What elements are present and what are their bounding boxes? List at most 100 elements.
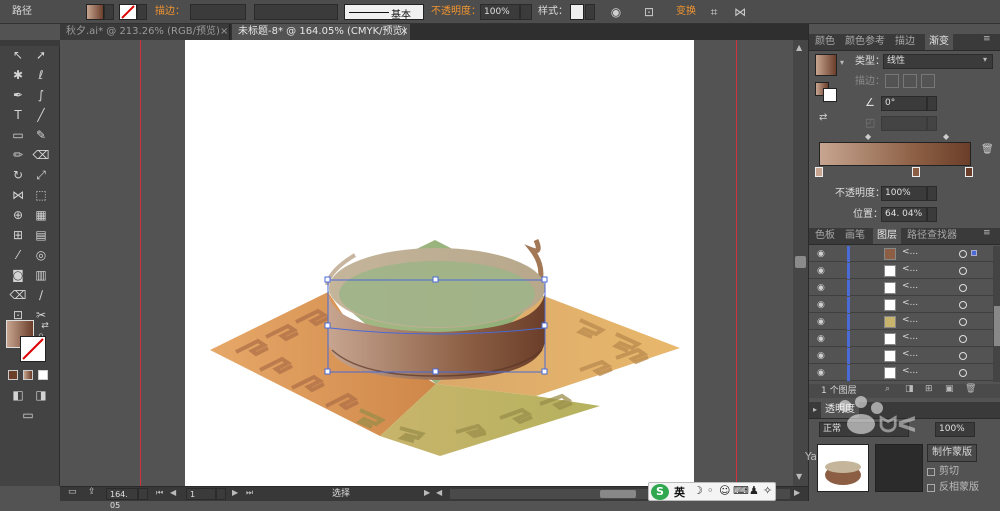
free-transform-tool-icon[interactable]: ⬚: [31, 187, 51, 204]
knife-tool-icon[interactable]: ∕: [31, 287, 51, 304]
artboard-dropdown[interactable]: [216, 488, 226, 500]
fill-swatch[interactable]: [86, 4, 104, 20]
tab-document-2[interactable]: 未标题-8* @ 164.05% (CMYK/预览) ×: [232, 24, 410, 40]
panel-menu-icon[interactable]: ≡: [983, 228, 991, 238]
opacity-dropdown[interactable]: [520, 4, 532, 20]
scroll-up-icon[interactable]: ▲: [796, 43, 802, 52]
visibility-eye-icon[interactable]: ◉: [817, 368, 825, 378]
column-graph-tool-icon[interactable]: ▥: [31, 267, 51, 284]
clip-checkbox[interactable]: [927, 468, 935, 476]
angle-dropdown[interactable]: [927, 96, 937, 111]
layer-row[interactable]: ◉ <...: [809, 365, 993, 381]
tab-color-guide[interactable]: 颜色参考: [845, 34, 885, 50]
gradient-tool-icon[interactable]: ▤: [31, 227, 51, 244]
export-icon[interactable]: ⇪: [88, 487, 96, 497]
scroll-thumb[interactable]: [994, 306, 1000, 346]
emoji-icon[interactable]: ☺: [719, 484, 730, 497]
keyboard-icon[interactable]: ⌨: [733, 484, 749, 497]
slice-tool-icon[interactable]: ⌫: [8, 287, 28, 304]
gradient-stop-end[interactable]: [965, 167, 973, 177]
target-circle-icon[interactable]: [959, 352, 967, 360]
target-circle-icon[interactable]: [959, 267, 967, 275]
gradient-type-select[interactable]: 线性: [883, 54, 993, 69]
target-circle-icon[interactable]: [959, 335, 967, 343]
last-artboard-icon[interactable]: ⏭: [246, 488, 253, 498]
invert-mask-checkbox[interactable]: [927, 484, 935, 492]
stroke-within-icon[interactable]: [885, 74, 899, 88]
close-icon[interactable]: ×: [400, 24, 408, 40]
eraser-tool-icon[interactable]: ⌫: [31, 147, 51, 164]
transform-link[interactable]: 变换: [676, 4, 696, 20]
color-mode-icon[interactable]: [8, 370, 18, 380]
stroke-along-icon[interactable]: [903, 74, 917, 88]
scroll-thumb[interactable]: [795, 256, 806, 268]
first-artboard-icon[interactable]: ⏮: [156, 488, 163, 498]
layer-row[interactable]: ◉ <...: [809, 263, 993, 279]
layer-row[interactable]: ◉ <...: [809, 297, 993, 313]
line-tool-icon[interactable]: ╱: [31, 107, 51, 124]
stroke-weight-field[interactable]: [190, 4, 246, 20]
target-circle-icon[interactable]: [959, 284, 967, 292]
pencil-tool-icon[interactable]: ✏: [8, 147, 28, 164]
envelope-icon[interactable]: ⋈: [732, 4, 748, 20]
layers-scrollbar[interactable]: [993, 246, 1000, 382]
selection-tool-icon[interactable]: ↖: [8, 47, 28, 64]
tab-layers[interactable]: 图层: [873, 228, 901, 244]
visibility-eye-icon[interactable]: ◉: [817, 317, 825, 327]
visibility-eye-icon[interactable]: ◉: [817, 300, 825, 310]
target-circle-icon[interactable]: [959, 369, 967, 377]
camera-icon[interactable]: ▭: [68, 487, 77, 497]
visibility-eye-icon[interactable]: ◉: [817, 266, 825, 276]
eyedropper-tool-icon[interactable]: ⁄: [8, 247, 28, 264]
gradient-location-field[interactable]: 64. 04%: [881, 207, 927, 222]
tools-icon[interactable]: ✧: [763, 484, 772, 497]
mesh-tool-icon[interactable]: ⊞: [8, 227, 28, 244]
visibility-eye-icon[interactable]: ◉: [817, 334, 825, 344]
style-dropdown[interactable]: [585, 4, 595, 20]
artwork[interactable]: [60, 40, 793, 486]
tab-brushes[interactable]: 画笔: [845, 228, 865, 244]
stroke-across-icon[interactable]: [921, 74, 935, 88]
draw-mode-icon[interactable]: ◧: [8, 387, 28, 404]
prev-artboard-icon[interactable]: ◀: [170, 488, 176, 497]
brush-definition-dropdown[interactable]: 基本: [344, 4, 424, 21]
artboard-field[interactable]: 1: [186, 488, 216, 500]
tab-color[interactable]: 颜色: [815, 34, 835, 50]
pen-tool-icon[interactable]: ✒: [8, 87, 28, 104]
scroll-down-icon[interactable]: ▼: [796, 472, 802, 481]
target-circle-icon[interactable]: [959, 250, 967, 258]
canvas[interactable]: [60, 40, 793, 486]
scroll-left-icon[interactable]: ◀: [436, 488, 442, 497]
gradient-thumbnail-dropdown-icon[interactable]: ▾: [840, 58, 844, 67]
direct-selection-tool-icon[interactable]: ➚: [31, 47, 51, 64]
tab-document-1[interactable]: 秋夕.ai* @ 213.26% (RGB/预览) ×: [60, 24, 230, 40]
gradient-stop-start[interactable]: [815, 167, 823, 177]
rectangle-tool-icon[interactable]: ▭: [8, 127, 28, 144]
recolor-icon[interactable]: ◉: [608, 4, 624, 20]
none-mode-icon[interactable]: [38, 370, 48, 380]
layer-row[interactable]: ◉ <...: [809, 331, 993, 347]
h-scroll-thumb[interactable]: [600, 490, 636, 498]
skin-icon[interactable]: ♟: [749, 484, 759, 497]
midpoint-marker[interactable]: ◆: [943, 132, 949, 141]
reverse-gradient-icon[interactable]: ⇄: [819, 112, 827, 123]
midpoint-marker[interactable]: ◆: [865, 132, 871, 141]
status-menu-icon[interactable]: ▶: [424, 488, 430, 497]
scroll-right-icon[interactable]: ▶: [794, 488, 800, 497]
target-circle-icon[interactable]: [959, 301, 967, 309]
punctuation-icon[interactable]: ◦: [707, 484, 714, 497]
fill-dropdown[interactable]: [104, 4, 114, 20]
isolate-icon[interactable]: ⌗: [706, 4, 722, 20]
lasso-tool-icon[interactable]: ℓ: [31, 67, 51, 84]
chevron-down-icon[interactable]: ▾: [983, 55, 987, 64]
layer-row[interactable]: ◉ <...: [809, 314, 993, 330]
type-tool-icon[interactable]: T: [8, 107, 28, 124]
selected-art-indicator[interactable]: [971, 250, 977, 256]
symbol-sprayer-tool-icon[interactable]: ◙: [8, 267, 28, 284]
gradient-location-dropdown[interactable]: [927, 207, 937, 222]
tab-pathfinder[interactable]: 路径查找器: [907, 228, 957, 244]
opacity-label[interactable]: 不透明度：: [431, 4, 481, 20]
basket-interior[interactable]: [339, 261, 535, 327]
angle-field[interactable]: 0°: [881, 96, 927, 111]
blend-tool-icon[interactable]: ◎: [31, 247, 51, 264]
